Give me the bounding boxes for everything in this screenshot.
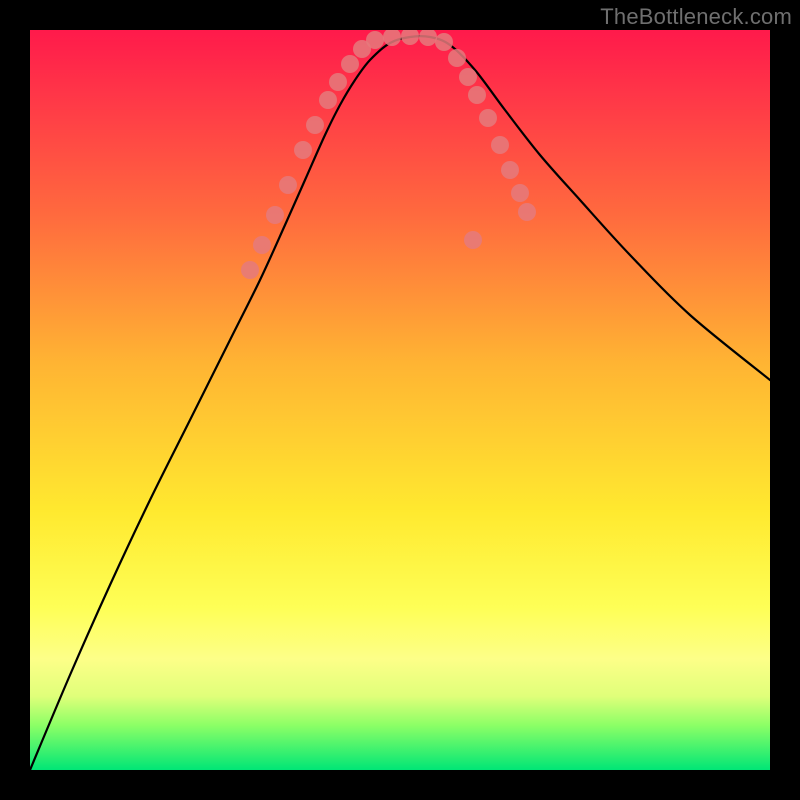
curve-marker [329, 73, 347, 91]
curve-markers [241, 30, 536, 279]
curve-marker [419, 30, 437, 46]
curve-marker [294, 141, 312, 159]
curve-marker [253, 236, 271, 254]
curve-marker [479, 109, 497, 127]
plot-area [30, 30, 770, 770]
curve-marker [401, 30, 419, 45]
bottleneck-curve [30, 36, 770, 770]
curve-marker [448, 49, 466, 67]
curve-marker [279, 176, 297, 194]
watermark-text: TheBottleneck.com [600, 4, 792, 30]
curve-marker [468, 86, 486, 104]
curve-marker [383, 30, 401, 46]
curve-marker [491, 136, 509, 154]
curve-marker [501, 161, 519, 179]
curve-marker [435, 33, 453, 51]
curve-marker [319, 91, 337, 109]
curve-marker [266, 206, 284, 224]
chart-frame: TheBottleneck.com [0, 0, 800, 800]
curve-marker [241, 261, 259, 279]
curve-marker [518, 203, 536, 221]
curve-marker [464, 231, 482, 249]
chart-svg [30, 30, 770, 770]
curve-marker [511, 184, 529, 202]
curve-marker [459, 68, 477, 86]
curve-marker [366, 31, 384, 49]
curve-marker [341, 55, 359, 73]
curve-marker [306, 116, 324, 134]
